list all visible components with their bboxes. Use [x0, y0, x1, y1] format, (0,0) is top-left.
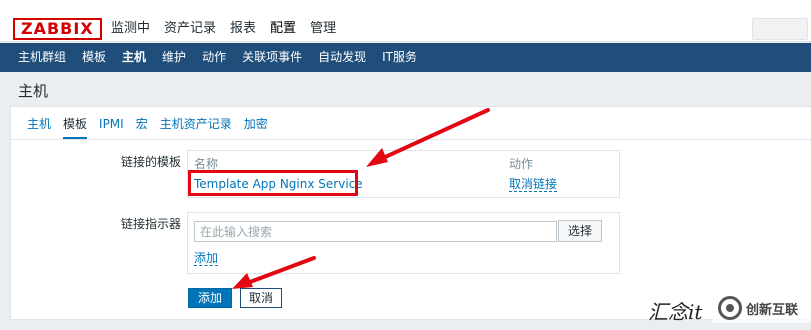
tab-divider — [11, 139, 811, 140]
unlink-button[interactable]: 取消链接 — [509, 177, 558, 192]
subnav-correlation[interactable]: 关联项事件 — [242, 43, 302, 72]
tab-templates[interactable]: 模板 — [63, 115, 88, 139]
link-indicator-panel: 选择 添加 — [187, 212, 620, 274]
page-title: 主机 — [18, 82, 49, 100]
subnav-hosts[interactable]: 主机 — [122, 43, 146, 72]
select-button[interactable]: 选择 — [558, 220, 602, 242]
subnav-discovery[interactable]: 自动发现 — [318, 43, 366, 72]
host-form-panel: 主机 模板 IPMI 宏 主机资产记录 加密 链接的模板 名称 动作 Templ… — [10, 106, 811, 320]
tab-macros[interactable]: 宏 — [136, 115, 148, 139]
subnav-actions[interactable]: 动作 — [202, 43, 226, 72]
menu-administration[interactable]: 管理 — [310, 20, 336, 38]
add-link[interactable]: 添加 — [194, 251, 219, 266]
sub-navigation: 主机群组 模板 主机 维护 动作 关联项事件 自动发现 IT服务 — [0, 43, 811, 72]
tab-inventory[interactable]: 主机资产记录 — [160, 115, 232, 139]
subnav-host-groups[interactable]: 主机群组 — [18, 43, 66, 72]
cancel-button[interactable]: 取消 — [240, 288, 282, 308]
form-tabs: 主机 模板 IPMI 宏 主机资产记录 加密 — [27, 115, 280, 139]
main-menu: 监测中 资产记录 报表 配置 管理 — [111, 20, 350, 38]
menu-inventory[interactable]: 资产记录 — [164, 20, 216, 38]
menu-monitoring[interactable]: 监测中 — [111, 20, 150, 38]
template-search-input[interactable] — [194, 221, 557, 242]
watermark-brand: 创新互联 — [746, 302, 799, 318]
zabbix-logo[interactable]: ZABBIX — [13, 18, 102, 40]
top-header-bar: ZABBIX 监测中 资产记录 报表 配置 管理 — [0, 0, 811, 42]
global-search-box[interactable] — [752, 18, 808, 40]
brand-logo-icon — [718, 296, 742, 320]
linked-templates-table: 名称 动作 Template App Nginx Service 取消链接 — [187, 150, 620, 198]
subnav-maintenance[interactable]: 维护 — [162, 43, 186, 72]
subnav-templates[interactable]: 模板 — [82, 43, 106, 72]
highlight-box — [188, 170, 358, 196]
watermark-logo: 创新互联 — [712, 293, 811, 323]
tab-ipmi[interactable]: IPMI — [99, 115, 124, 139]
linked-templates-label: 链接的模板 — [120, 155, 181, 169]
subnav-it-services[interactable]: IT服务 — [382, 43, 417, 72]
watermark-text: 汇念it — [648, 300, 703, 324]
menu-configuration[interactable]: 配置 — [270, 20, 296, 38]
tab-host[interactable]: 主机 — [27, 115, 51, 139]
add-button[interactable]: 添加 — [188, 288, 232, 308]
link-indicator-label: 链接指示器 — [120, 217, 181, 231]
column-header-action: 动作 — [509, 157, 534, 171]
tab-encryption[interactable]: 加密 — [244, 115, 268, 139]
menu-reports[interactable]: 报表 — [230, 20, 256, 38]
